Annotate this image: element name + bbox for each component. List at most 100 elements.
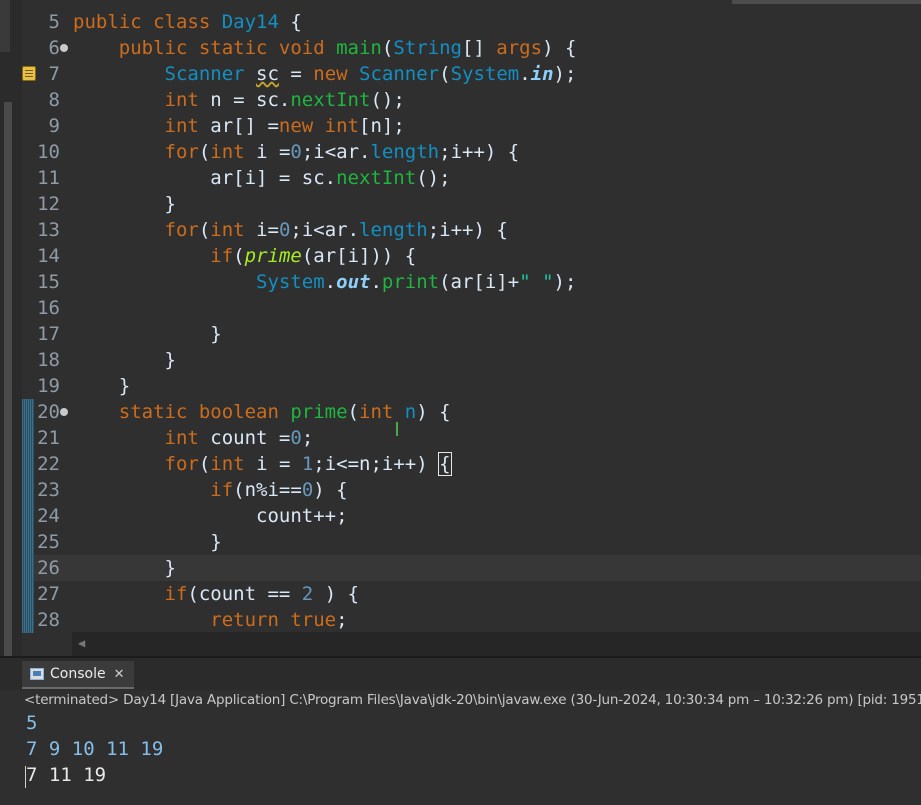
code-line[interactable]: 14 if(prime(ar[i])) { (22, 243, 921, 269)
code-line[interactable]: 5 public class Day14 { (22, 9, 921, 35)
code-editor[interactable]: 5 public class Day14 {6 public static voi… (22, 0, 921, 656)
code-token: ;i<ar. (301, 141, 371, 163)
code-token: System (256, 271, 325, 293)
code-token: length (370, 141, 440, 163)
code-text: if(prime(ar[i])) { (73, 243, 416, 269)
code-line[interactable]: 10 for(int i =0;i<ar.length;i++) { (22, 139, 921, 165)
code-line[interactable]: 28 return true; (22, 607, 921, 633)
console-input-line: 7 9 10 11 19 (26, 738, 164, 760)
code-text: ar[i] = sc.nextInt(); (73, 165, 450, 191)
vertical-scrollbar[interactable] (4, 102, 12, 656)
line-number: 6 (48, 37, 60, 59)
code-token: nextInt (290, 89, 371, 111)
code-token: (n%i== (233, 479, 302, 501)
code-token: count = (198, 427, 291, 449)
code-line[interactable]: 24 count++; (22, 503, 921, 529)
code-token: ); (553, 63, 577, 85)
code-line[interactable]: 19 } (22, 373, 921, 399)
code-token: " " (519, 271, 554, 293)
code-token: ( (198, 453, 211, 475)
code-token: if (164, 583, 188, 605)
code-token: new (313, 63, 360, 85)
code-token: for (164, 453, 199, 475)
code-text: public class Day14 { (73, 9, 302, 35)
code-line[interactable]: 26 } (22, 555, 921, 581)
line-number: 23 (37, 479, 60, 501)
console-status-text: <terminated> Day14 [Java Application] C:… (24, 692, 921, 708)
line-number: 21 (37, 427, 60, 449)
code-token: n = sc. (198, 89, 291, 111)
line-number: 25 (37, 531, 60, 553)
code-line[interactable]: 13 for(int i=0;i<ar.length;i++) { (22, 217, 921, 243)
line-number: 15 (37, 271, 60, 293)
code-token: ar[] = (198, 115, 279, 137)
code-line[interactable]: 18 } (22, 347, 921, 373)
code-token: 2 (301, 583, 314, 605)
code-line[interactable]: 22 for(int i = 1;i<=n;i++) { (22, 451, 921, 477)
code-token: . (370, 271, 382, 293)
line-number: 16 (37, 297, 60, 319)
code-text: public static void main(String[] args) { (73, 35, 577, 61)
code-token: 0 (301, 479, 314, 501)
fold-collapse-icon[interactable] (60, 408, 68, 416)
code-token: . (519, 63, 531, 85)
code-token: } (73, 349, 176, 371)
code-line[interactable]: 15 System.out.print(ar[i]+" "); (22, 269, 921, 295)
code-text: count++; (73, 503, 348, 529)
code-token: int (164, 115, 199, 137)
close-icon[interactable]: ✕ (114, 667, 125, 682)
horizontal-scrollbar[interactable]: ◀ (72, 632, 921, 656)
left-side-strip (0, 0, 22, 656)
code-token: int (210, 141, 245, 163)
code-token: ; (301, 427, 314, 449)
code-line[interactable]: 6 public static void main(String[] args)… (22, 35, 921, 61)
code-token: int (164, 427, 199, 449)
scroll-left-arrow-icon[interactable]: ◀ (78, 636, 85, 650)
line-number: 5 (48, 11, 60, 33)
code-line[interactable]: 9 int ar[] =new int[n]; (22, 113, 921, 139)
code-token: . (324, 271, 337, 293)
code-token: ) { (313, 479, 348, 501)
line-number: 18 (37, 349, 60, 371)
code-token: n (404, 401, 417, 423)
console-input-line: 5 (26, 712, 38, 734)
code-line[interactable]: 21 int count =0; (22, 425, 921, 451)
tab-console[interactable]: Console ✕ (22, 661, 135, 689)
code-line[interactable]: 27 if(count == 2 ) { (22, 581, 921, 607)
code-line[interactable]: 17 } (22, 321, 921, 347)
console-caret (25, 766, 26, 788)
code-token: ) { (313, 583, 360, 605)
code-token: prime (244, 245, 302, 267)
line-number: 28 (37, 609, 60, 631)
code-token: ;i<ar. (290, 219, 360, 241)
code-line[interactable]: 7 Scanner sc = new Scanner(System.in); (22, 61, 921, 87)
code-token: int (164, 89, 199, 111)
code-token: (ar[i])) { (301, 245, 417, 267)
code-text: } (73, 191, 176, 217)
console-output[interactable]: 5 7 9 10 11 19 7 11 19 (0, 710, 921, 805)
left-strip-bar (0, 0, 10, 52)
code-token: for (164, 141, 199, 163)
code-line[interactable]: 23 if(n%i==0) { (22, 477, 921, 503)
code-line[interactable]: 8 int n = sc.nextInt(); (22, 87, 921, 113)
code-token: { (278, 11, 302, 33)
fold-collapse-icon[interactable] (60, 44, 68, 52)
code-token: Scanner (164, 63, 245, 85)
code-text: static boolean prime(int n) { (73, 399, 451, 425)
code-token: ) { (416, 401, 451, 423)
code-line[interactable]: 20 static boolean prime(int n) { (22, 399, 921, 425)
code-line[interactable]: 25 } (22, 529, 921, 555)
code-line[interactable]: 16 (22, 295, 921, 321)
line-number: 20 (37, 401, 60, 423)
code-line[interactable]: 12 } (22, 191, 921, 217)
line-number: 12 (37, 193, 60, 215)
code-text: for(int i =0;i<ar.length;i++) { (73, 139, 520, 165)
line-number: 14 (37, 245, 60, 267)
code-line[interactable]: 11 ar[i] = sc.nextInt(); (22, 165, 921, 191)
code-token: sc (256, 63, 279, 85)
